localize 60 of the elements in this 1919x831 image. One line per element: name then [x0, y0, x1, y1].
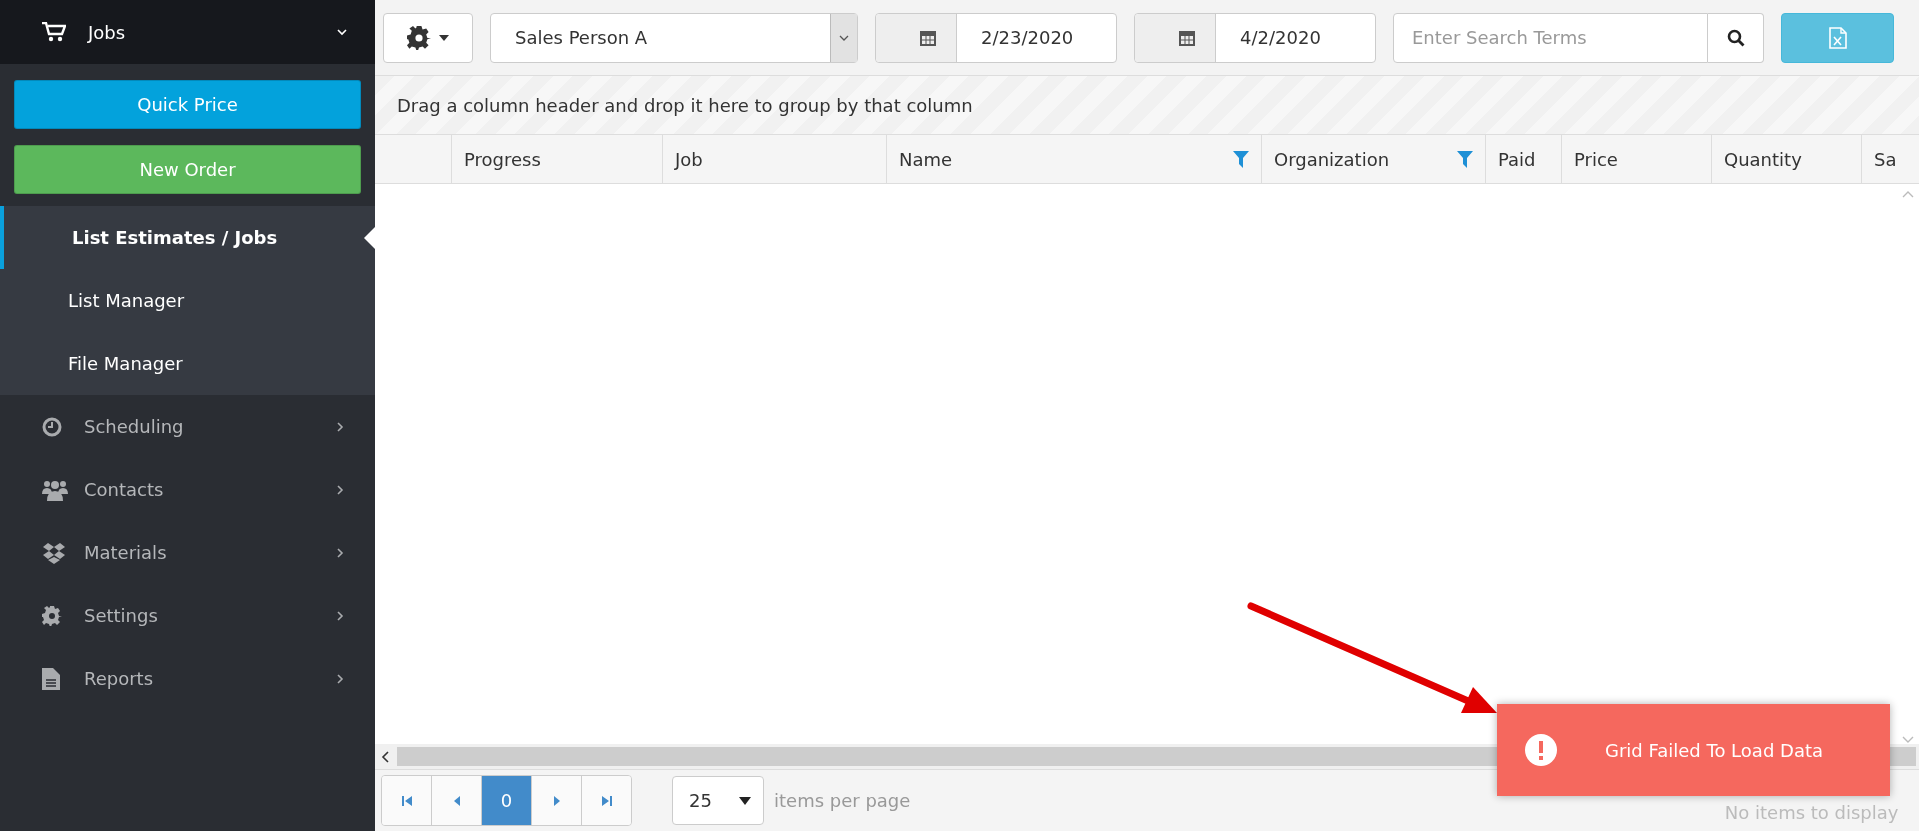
first-page-button[interactable] [382, 776, 431, 825]
section-title: Jobs [88, 21, 127, 43]
column-header[interactable]: Paid [1485, 135, 1561, 183]
chevron-icon [335, 421, 345, 432]
gear-icon [42, 605, 62, 626]
cart-icon [42, 22, 66, 42]
exclamation-icon [1525, 734, 1557, 766]
column-header[interactable]: Organization [1261, 135, 1485, 183]
submenu-item[interactable]: List Manager [0, 269, 375, 332]
previous-page-button[interactable] [431, 776, 481, 825]
chevron-icon [839, 34, 849, 41]
last-page-icon [600, 794, 613, 807]
filter-icon[interactable] [1457, 150, 1473, 168]
spreadsheet-file-icon [1828, 26, 1847, 49]
start-date-field[interactable]: 2/23/2020 [875, 12, 1117, 63]
menu-item[interactable]: Contacts [0, 458, 375, 521]
search-icon [1726, 28, 1745, 47]
people-icon [42, 478, 68, 501]
chevron-icon [335, 484, 345, 495]
caret-icon [739, 796, 751, 805]
end-date-field[interactable]: 4/2/2020 [1134, 12, 1376, 63]
calendar-icon [1178, 28, 1196, 47]
settings-button[interactable] [383, 12, 473, 63]
filter-icon[interactable] [1233, 150, 1249, 168]
page-size-dropdown[interactable]: 25 [672, 776, 764, 825]
scroll-down-icon[interactable] [1902, 736, 1915, 744]
sidebar-header[interactable]: Jobs [0, 0, 375, 64]
column-header[interactable]: Price [1561, 135, 1711, 183]
pager-status: No items to display [1724, 802, 1899, 823]
calendar-icon [919, 28, 937, 47]
chevron-icon [335, 547, 345, 558]
excel-export-button[interactable] [1781, 12, 1894, 63]
page-button[interactable]: 0 [481, 776, 531, 825]
clock-icon [42, 416, 62, 437]
last-page-button[interactable] [581, 776, 631, 825]
first-page-icon [400, 794, 413, 807]
document-icon [42, 667, 60, 690]
caret-icon [439, 34, 449, 41]
column-header[interactable]: Job [662, 135, 886, 183]
search-field[interactable]: Enter Search Terms [1393, 12, 1708, 63]
error-message: Grid Failed To Load Data [1605, 739, 1823, 761]
page-size-label: items per page [774, 790, 911, 811]
menu-item[interactable]: Reports [0, 647, 375, 710]
scroll-up-icon[interactable] [1902, 190, 1915, 198]
group-panel: Drag a column header and drop it here to group by that column [375, 76, 1919, 135]
chevron-icon [335, 610, 345, 621]
chevron-icon [335, 673, 345, 684]
column-header[interactable]: Quantity [1711, 135, 1861, 183]
menu-item[interactable]: Scheduling [0, 395, 375, 458]
column-header[interactable]: Name [886, 135, 1261, 183]
column-header[interactable]: Sa [1861, 135, 1897, 183]
next-page-button[interactable] [531, 776, 581, 825]
menu-item[interactable]: Materials [0, 521, 375, 584]
boxes-icon [42, 541, 66, 564]
submenu-item[interactable]: File Manager [0, 332, 375, 395]
column-header[interactable]: Progress [451, 135, 662, 183]
search-button[interactable] [1708, 12, 1764, 63]
gear-icon [407, 25, 431, 50]
sales-person-dropdown[interactable]: Sales Person A [490, 12, 858, 63]
menu-item[interactable]: Settings [0, 584, 375, 647]
